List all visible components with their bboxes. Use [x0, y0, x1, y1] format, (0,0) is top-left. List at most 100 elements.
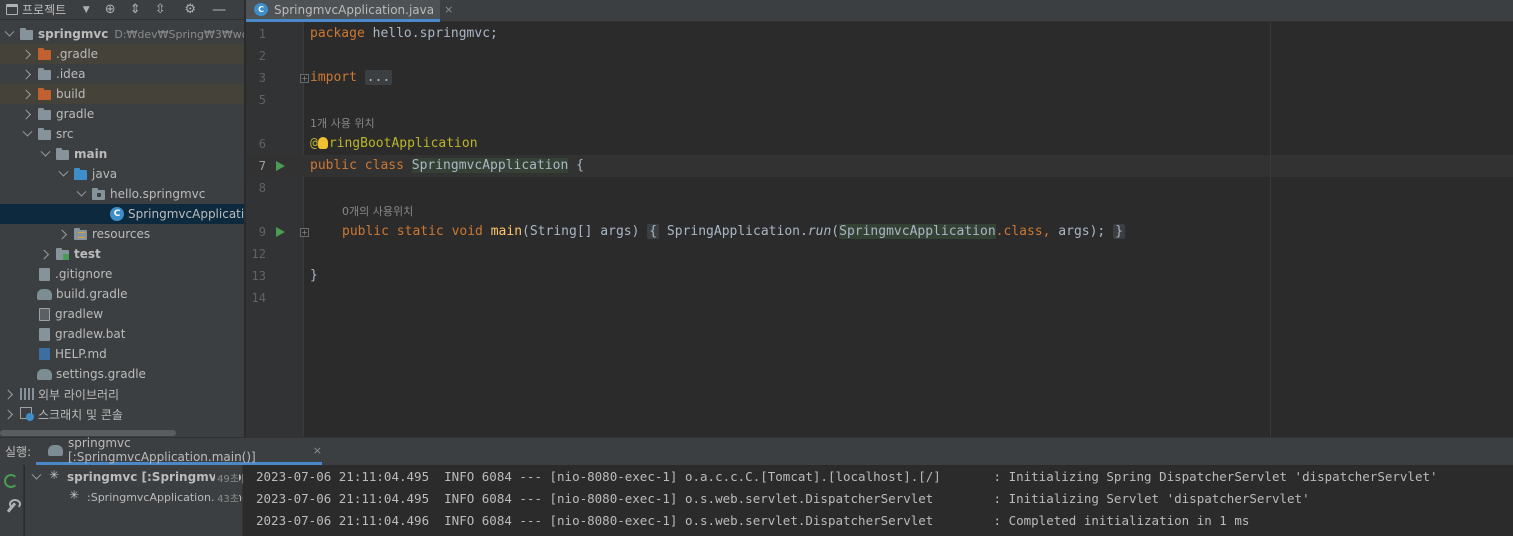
tree-item-label: test	[74, 247, 101, 261]
scratch-icon	[20, 407, 34, 421]
collapse-all-icon[interactable]: ⇳	[152, 2, 168, 18]
chevron-right-icon[interactable]	[4, 409, 14, 419]
chevron-right-icon[interactable]	[4, 389, 14, 399]
chevron-right-icon[interactable]	[22, 49, 32, 59]
method-params: (String[] args)	[522, 224, 640, 239]
tree-item-build-gradle[interactable]: build.gradle	[0, 284, 244, 304]
tree-item-label: src	[56, 127, 74, 141]
line-number: 5	[258, 93, 266, 107]
tree-item-idea[interactable]: .idea	[0, 64, 244, 84]
chevron-down-icon[interactable]	[4, 29, 14, 39]
run-tab-springmvc[interactable]: springmvc [:SpringmvcApplication.main()]…	[36, 436, 322, 465]
excluded-folder-icon	[38, 87, 52, 101]
run-class-icon[interactable]	[276, 161, 285, 171]
usage-hint[interactable]: 1개 사용 위치	[310, 115, 375, 131]
line-number: 1	[258, 27, 266, 41]
chevron-down-icon[interactable]	[58, 169, 68, 179]
log-line: 2023-07-06 21:11:04.495 INFO 6084 --- [n…	[256, 469, 1438, 484]
tree-item-gradle[interactable]: gradle	[0, 104, 244, 124]
tree-item-java[interactable]: java	[0, 164, 244, 184]
tree-item-label: 스크래치 및 콘솔	[38, 407, 123, 422]
console-output[interactable]: 2023-07-06 21:11:04.495 INFO 6084 --- [n…	[244, 465, 1513, 536]
paren-open: (	[831, 224, 840, 239]
tree-item-scratches[interactable]: 스크래치 및 콘솔	[0, 404, 244, 424]
keyword-class: .class,	[995, 224, 1051, 239]
tree-item-gitignore[interactable]: .gitignore	[0, 264, 244, 284]
tree-item-springmvc[interactable]: springmvc D:₩dev₩Spring₩3₩works	[0, 24, 244, 44]
run-main-icon[interactable]	[276, 227, 285, 237]
tree-item-resources[interactable]: resources	[0, 224, 244, 244]
close-icon[interactable]: ×	[444, 3, 453, 16]
tree-item-hello-springmvc[interactable]: hello.springmvc	[0, 184, 244, 204]
chevron-right-icon[interactable]	[40, 249, 50, 259]
source-folder-icon	[74, 167, 88, 181]
tree-item-springmvcapplication[interactable]: C SpringmvcApplication	[0, 204, 244, 224]
tree-item-label: .gitignore	[55, 267, 113, 281]
fold-imports-icon[interactable]: +	[300, 74, 309, 83]
run-toolstrip	[0, 465, 24, 536]
folded-imports[interactable]: ...	[364, 70, 393, 85]
log-line: 2023-07-06 21:11:04.496 INFO 6084 --- [n…	[256, 513, 1250, 528]
right-margin-guide	[1270, 22, 1271, 437]
folded-brace-open[interactable]: {	[647, 224, 660, 239]
tree-item-build[interactable]: build	[0, 84, 244, 104]
code-line-1: package hello.springmvc;	[310, 26, 498, 41]
project-path: D:₩dev₩Spring₩3₩works	[114, 27, 244, 41]
run-duration: 49초	[215, 469, 239, 485]
chevron-down-icon[interactable]	[22, 129, 32, 139]
log-line: 2023-07-06 21:11:04.495 INFO 6084 --- [n…	[256, 491, 1310, 506]
brace-close: }	[310, 268, 318, 283]
tree-item-external-libraries[interactable]: 외부 라이브러리	[0, 384, 244, 404]
run-tree-item[interactable]: :SpringmvcApplication.main() 43초	[25, 487, 243, 507]
folded-brace-close[interactable]: }	[1113, 224, 1125, 239]
editor-tab-springmvcapplication[interactable]: C SpringmvcApplication.java ×	[246, 0, 453, 22]
chevron-down-icon[interactable]	[31, 472, 41, 482]
run-panel-label: 실행:	[5, 445, 32, 459]
tree-item-gradlew[interactable]: gradlew	[0, 304, 244, 324]
tree-item-main[interactable]: main	[0, 144, 244, 164]
chevron-down-icon[interactable]: ▼	[78, 2, 94, 18]
tree-item-gradle-dir[interactable]: .gradle	[0, 44, 244, 64]
keyword-import: import	[310, 70, 357, 85]
lightbulb-icon[interactable]	[317, 137, 328, 149]
tree-item-settings-gradle[interactable]: settings.gradle	[0, 364, 244, 384]
package-name: hello.springmvc;	[364, 26, 498, 41]
chevron-down-icon[interactable]	[40, 149, 50, 159]
chevron-right-icon[interactable]	[58, 229, 68, 239]
spinner-icon	[49, 468, 61, 483]
wrench-icon[interactable]	[5, 499, 21, 513]
tree-item-help-md[interactable]: HELP.md	[0, 344, 244, 364]
tree-item-gradlew-bat[interactable]: gradlew.bat	[0, 324, 244, 344]
run-tree-item[interactable]: springmvc [:SpringmvcApplication.main()]…	[25, 467, 243, 487]
tree-item-test[interactable]: test	[0, 244, 244, 264]
tree-item-label: gradlew	[55, 307, 104, 321]
spinner-icon	[69, 488, 81, 503]
line-number: 9	[258, 225, 266, 239]
excluded-folder-icon	[38, 47, 52, 61]
project-view-selector[interactable]: 프로젝트	[22, 1, 66, 18]
gradle-elephant-icon	[37, 368, 52, 380]
editor-tab-label: SpringmvcApplication.java	[274, 2, 435, 17]
project-window-icon	[6, 4, 18, 15]
expand-all-icon[interactable]: ⇕	[127, 2, 143, 18]
rerun-icon[interactable]	[4, 474, 18, 488]
usage-hint[interactable]: 0개의 사용위치	[342, 203, 413, 219]
fold-method-icon[interactable]: +	[300, 228, 309, 237]
chevron-down-icon[interactable]	[76, 189, 86, 199]
gear-icon[interactable]: ⚙	[182, 2, 198, 18]
args: args);	[1050, 224, 1106, 239]
tree-item-label: springmvc	[38, 27, 109, 41]
keyword-public-static-void: public static void	[342, 224, 483, 239]
hide-panel-icon[interactable]: —	[212, 2, 226, 18]
run-duration: 43초	[215, 489, 239, 505]
close-icon[interactable]: ×	[313, 444, 322, 457]
tree-item-src[interactable]: src	[0, 124, 244, 144]
line-number: 3	[258, 71, 266, 85]
gradle-elephant-icon	[37, 288, 52, 300]
chevron-right-icon[interactable]	[22, 89, 32, 99]
gradle-elephant-icon	[48, 444, 63, 456]
crosshair-icon[interactable]: ⊕	[102, 2, 118, 18]
line-number: 7	[258, 159, 266, 173]
chevron-right-icon[interactable]	[22, 109, 32, 119]
chevron-right-icon[interactable]	[22, 69, 32, 79]
